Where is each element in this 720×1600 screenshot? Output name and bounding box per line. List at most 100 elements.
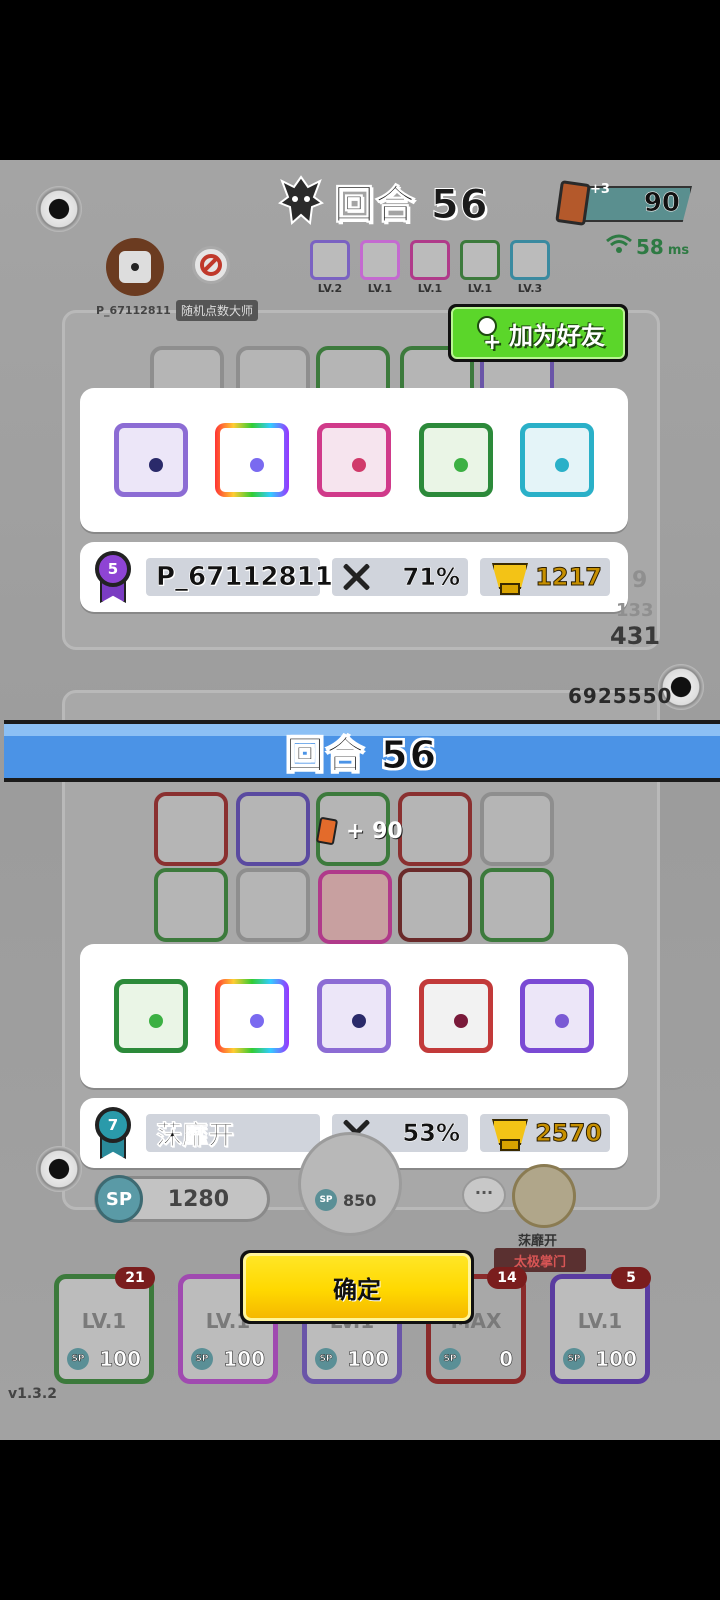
slot-count-badge: 14 — [487, 1267, 527, 1289]
ban-icon[interactable] — [192, 246, 230, 284]
boss-icon — [278, 175, 324, 226]
mini-die: LV.1 — [460, 240, 500, 295]
mini-die-icon — [360, 240, 400, 280]
faint-number: 9 — [632, 568, 648, 593]
rank-badge-icon: 7 — [92, 1107, 134, 1159]
slot-cost: 100 — [99, 1347, 141, 1372]
slot-cost: 0 — [499, 1347, 514, 1372]
wind-die-icon[interactable] — [113, 979, 188, 1053]
rainbow-die-icon[interactable] — [215, 423, 289, 497]
slot-count-badge: 21 — [115, 1267, 155, 1289]
card-icon — [555, 180, 591, 226]
board-tile — [398, 792, 472, 866]
round-banner: 回合 56 — [4, 720, 720, 782]
trophy-box: 2570 — [480, 1114, 610, 1152]
wind-die-icon[interactable] — [418, 423, 493, 497]
slot-level: LV.1 — [577, 1309, 623, 1333]
player-one-name: P_67112811 — [146, 558, 333, 596]
arcane-die-icon[interactable] — [520, 979, 595, 1053]
ping-value: 58 — [636, 235, 664, 259]
sp-icon: SP — [191, 1348, 213, 1370]
rank-number: 7 — [95, 1107, 131, 1143]
board-tile — [318, 870, 392, 944]
player-two-name: 莯靡开 — [146, 1114, 320, 1152]
mini-die-level: LV.2 — [317, 282, 343, 295]
board-tile — [236, 792, 310, 866]
card-plus: +3 — [590, 182, 610, 197]
ice-die-icon[interactable] — [520, 423, 595, 497]
lightning-die-icon[interactable] — [316, 979, 391, 1053]
sp-icon: SP — [563, 1348, 585, 1370]
card-gain-value: + 90 — [346, 818, 403, 844]
board-tile — [480, 868, 554, 942]
sp-icon: SP — [439, 1348, 461, 1370]
top-player-title: 随机点数大师 — [176, 300, 259, 321]
win-rate-box: 71% — [332, 558, 468, 596]
player-one-stats: 5 P_67112811 71% 1217 — [80, 542, 628, 612]
mini-die: LV.2 — [310, 240, 350, 295]
opponent-avatar[interactable] — [512, 1164, 576, 1228]
chat-button[interactable]: ··· — [462, 1176, 506, 1214]
slot-cost: 100 — [223, 1347, 265, 1372]
trophy-value: 2570 — [535, 1119, 603, 1148]
slot-level: LV.1 — [81, 1309, 127, 1333]
board-tile — [398, 868, 472, 942]
dice-icon — [119, 251, 151, 283]
spawn-dice-button[interactable]: SP 850 — [298, 1132, 402, 1236]
rank-badge-icon: 5 — [92, 551, 134, 603]
mini-die: LV.1 — [360, 240, 400, 295]
top-player-info: P_67112811 随机点数大师 — [96, 238, 276, 328]
game-screen: 回合 56 +3 90 58 ms P_67112811 随机点数大师 LV.2… — [0, 160, 720, 1440]
confirm-label: 确定 — [243, 1253, 471, 1321]
win-rate-value: 53% — [402, 1119, 460, 1148]
spawn-cost: 850 — [343, 1190, 377, 1210]
top-mini-deck: LV.2 LV.1 LV.1 LV.1 LV.3 — [310, 240, 550, 295]
loadout-slot[interactable]: 21 LV.1 SP 100 — [54, 1267, 155, 1384]
blade-die-icon[interactable] — [418, 979, 493, 1053]
faint-number: 133 — [616, 600, 654, 621]
portal-icon — [36, 1146, 82, 1192]
add-friend-button[interactable]: 加为好友 — [448, 304, 628, 362]
ping-unit: ms — [667, 243, 690, 258]
card-icon — [315, 816, 339, 846]
loadout-slot[interactable]: 5 LV.1 SP 100 — [550, 1267, 651, 1384]
mini-die-icon — [510, 240, 550, 280]
mini-die-icon — [410, 240, 450, 280]
mini-die: LV.1 — [410, 240, 450, 295]
mini-die-level: LV.3 — [517, 282, 543, 295]
round-header: 回合 56 — [278, 172, 489, 230]
sp-icon: SP — [315, 1348, 337, 1370]
sp-counter: SP 1280 — [94, 1175, 270, 1223]
mini-die: LV.3 — [510, 240, 550, 295]
slot-count-badge: 5 — [611, 1267, 651, 1289]
add-friend-label: 加为好友 — [509, 321, 605, 350]
board-tile — [236, 868, 310, 942]
crossed-swords-icon — [340, 562, 374, 592]
opponent-name: 莯靡开 — [518, 1234, 558, 1249]
lightning-die-icon[interactable] — [113, 423, 188, 497]
mini-die-level: LV.1 — [367, 282, 393, 295]
trophy-icon — [488, 1117, 528, 1151]
board-tile — [480, 792, 554, 866]
player-avatar[interactable] — [106, 238, 164, 296]
sp-icon: SP — [95, 1175, 143, 1223]
mini-die-icon — [460, 240, 500, 280]
wifi-icon — [606, 234, 632, 253]
confirm-button[interactable]: 确定 — [240, 1250, 474, 1324]
poison-die-icon[interactable] — [316, 423, 391, 497]
rainbow-die-icon[interactable] — [215, 979, 289, 1053]
card-gain: + 90 — [315, 816, 403, 846]
rank-number: 5 — [95, 551, 131, 587]
player-two-deck-panel — [80, 944, 628, 1088]
mini-die-icon — [310, 240, 350, 280]
portal-icon — [36, 186, 82, 232]
card-count: 90 — [643, 188, 681, 219]
board-tile — [154, 792, 228, 866]
player-one-deck-panel — [80, 388, 628, 532]
round-label: 回合 56 — [334, 182, 489, 229]
version-label: v1.3.2 — [8, 1386, 57, 1402]
add-friend-icon — [471, 316, 501, 355]
sp-value: 1280 — [167, 1187, 229, 1212]
card-counter: +3 90 — [555, 180, 698, 226]
win-rate-value: 71% — [402, 563, 460, 592]
